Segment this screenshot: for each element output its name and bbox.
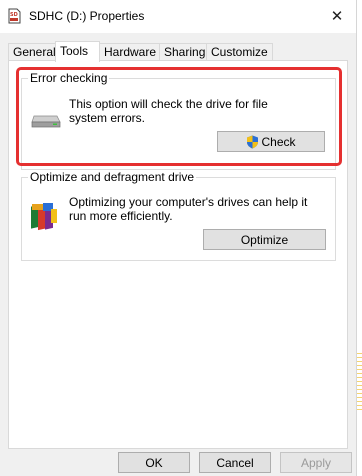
- optimize-button[interactable]: Optimize: [203, 229, 326, 250]
- tab-general[interactable]: General: [8, 43, 61, 60]
- error-checking-description: This option will check the drive for fil…: [69, 97, 268, 125]
- tab-tools[interactable]: Tools: [55, 41, 100, 62]
- close-icon: ✕: [330, 8, 344, 25]
- apply-button[interactable]: Apply: [280, 452, 352, 473]
- tab-sharing[interactable]: Sharing: [159, 43, 211, 60]
- title-bar[interactable]: SD SDHC (D:) Properties ✕: [0, 0, 356, 33]
- properties-dialog: SD SDHC (D:) Properties ✕ General Tools …: [0, 0, 357, 476]
- background-strip: [357, 0, 362, 476]
- background-marks: [357, 350, 362, 410]
- cancel-button[interactable]: Cancel: [199, 452, 271, 473]
- check-button[interactable]: Check: [217, 131, 325, 152]
- sd-card-icon: SD: [8, 8, 21, 24]
- check-button-label: Check: [261, 134, 296, 149]
- optimize-description: Optimizing your computer's drives can he…: [69, 195, 308, 223]
- window-title: SDHC (D:) Properties: [29, 9, 145, 23]
- error-checking-label: Error checking: [28, 71, 110, 85]
- ok-button[interactable]: OK: [118, 452, 190, 473]
- optimize-group-label: Optimize and defragment drive: [28, 170, 197, 184]
- defrag-icon: [31, 203, 57, 231]
- sd-card-icon-text: SD: [10, 12, 18, 18]
- tools-tab-page: Error checking This option will check th…: [8, 60, 348, 449]
- tab-hardware[interactable]: Hardware: [99, 43, 162, 60]
- tab-customize[interactable]: Customize: [206, 43, 273, 60]
- shield-icon: [247, 135, 259, 148]
- drive-icon: [31, 115, 61, 128]
- close-button[interactable]: ✕: [322, 2, 352, 30]
